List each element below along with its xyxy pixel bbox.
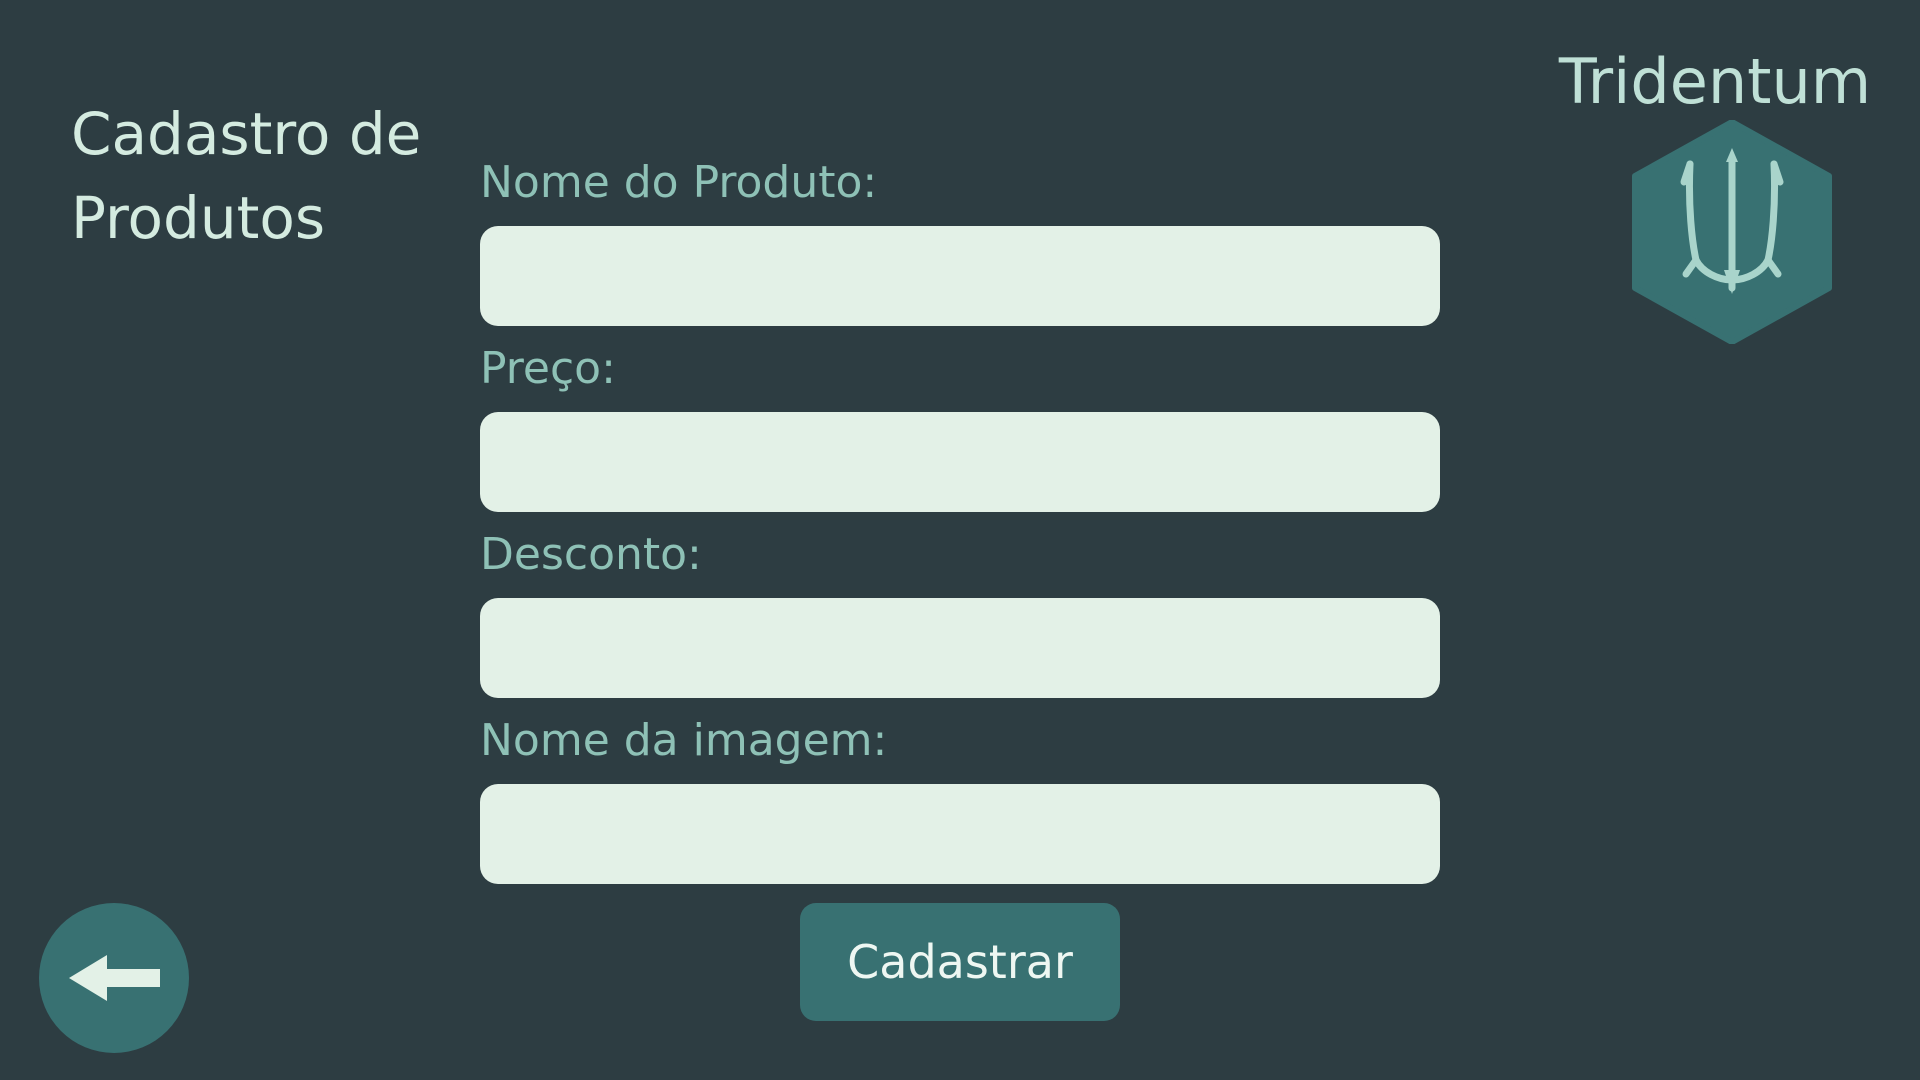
arrow-left-icon [69, 955, 160, 1001]
brand-name: Tridentum [1558, 45, 1872, 118]
price-input[interactable] [480, 412, 1440, 512]
discount-input[interactable] [480, 598, 1440, 698]
discount-label: Desconto: [480, 529, 702, 580]
product-name-input[interactable] [480, 226, 1440, 326]
page-title-line1: Cadastro de [71, 100, 422, 168]
product-name-label: Nome do Produto: [480, 157, 878, 208]
register-button[interactable]: Cadastrar [800, 903, 1120, 1021]
brand-logo [1632, 119, 1832, 345]
price-label: Preço: [480, 343, 616, 394]
back-button[interactable] [39, 903, 189, 1053]
page-title: Cadastro de Produtos [71, 92, 471, 260]
product-form: Nome do Produto: Preço: Desconto: Nome d… [480, 150, 1440, 884]
image-name-input[interactable] [480, 784, 1440, 884]
trident-icon [1632, 119, 1832, 345]
page-title-line2: Produtos [71, 184, 326, 252]
product-registration-page: Cadastro de Produtos Tridentum Nome do P… [0, 0, 1920, 1080]
image-name-label: Nome da imagem: [480, 715, 888, 766]
